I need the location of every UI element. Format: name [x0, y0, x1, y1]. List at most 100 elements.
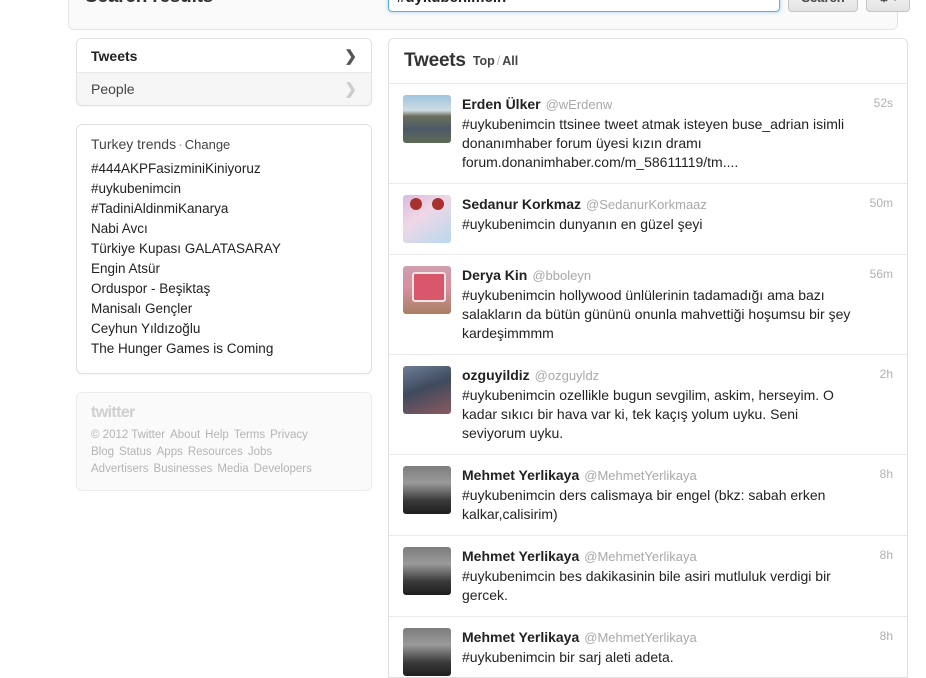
- tweet-author-name[interactable]: Sedanur Korkmaz: [462, 196, 581, 212]
- tweet-item[interactable]: Mehmet Yerlikaya @MehmetYerlikaya #uykuben…: [389, 617, 907, 677]
- footer-row-3: Advertisers Businesses Media Developers: [91, 461, 357, 478]
- tweets-stream-panel: Tweets Top / All Erden Ülker @wErdenw #uykub…: [388, 38, 908, 678]
- stream-title: Tweets: [404, 50, 466, 71]
- chevron-right-icon: ❯: [344, 81, 357, 98]
- trend-item[interactable]: Ceyhun Yıldızoğlu: [91, 319, 357, 339]
- stream-tabs: Top / All: [473, 54, 518, 68]
- avatar[interactable]: [403, 547, 451, 595]
- tweet-meta: Sedanur Korkmaz @SedanurKorkmaaz: [462, 195, 861, 214]
- footer-link[interactable]: Developers: [254, 463, 312, 475]
- footer-link[interactable]: Media: [217, 463, 248, 475]
- tweet-author-name[interactable]: Erden Ülker: [462, 96, 541, 112]
- tweet-meta: Mehmet Yerlikaya @MehmetYerlikaya: [462, 547, 861, 566]
- trends-change-link[interactable]: Change: [185, 137, 231, 152]
- tweet-text: #uykubenimcin hollywood ünlülerinin tada…: [462, 287, 851, 341]
- tab-top[interactable]: Top: [473, 54, 495, 68]
- tweet-author-name[interactable]: Mehmet Yerlikaya: [462, 629, 579, 645]
- gear-icon: ⚙: [878, 0, 891, 4]
- tweet-item[interactable]: ozguyildiz @ozguyldz #uykubenimcin ozellik…: [389, 355, 907, 455]
- tweet-author-name[interactable]: ozguyildiz: [462, 367, 530, 383]
- avatar[interactable]: [403, 95, 451, 143]
- tweet-text: #uykubenimcin bes dakikasinin bile asiri…: [462, 568, 831, 603]
- footer-link[interactable]: Terms: [234, 429, 265, 441]
- tweet-timestamp[interactable]: 8h: [880, 467, 893, 481]
- avatar[interactable]: [403, 466, 451, 514]
- footer-link[interactable]: Blog: [91, 446, 114, 458]
- tweet-timestamp[interactable]: 2h: [880, 367, 893, 381]
- tweet-item[interactable]: Erden Ülker @wErdenw #uykubenimcin ttsinee…: [389, 84, 907, 184]
- tweet-meta: Erden Ülker @wErdenw: [462, 95, 861, 114]
- tweet-meta: ozguyildiz @ozguyldz: [462, 366, 861, 385]
- avatar[interactable]: [403, 366, 451, 414]
- tweet-text: #uykubenimcin bir sarj aleti adeta.: [462, 649, 674, 665]
- trend-item[interactable]: Engin Atsür: [91, 259, 357, 279]
- tweet-body: Mehmet Yerlikaya @MehmetYerlikaya #uykuben…: [462, 628, 893, 676]
- tweet-author-name[interactable]: Mehmet Yerlikaya: [462, 548, 579, 564]
- footer-link[interactable]: Apps: [157, 446, 183, 458]
- tweet-author-name[interactable]: Mehmet Yerlikaya: [462, 467, 579, 483]
- footer-link[interactable]: Resources: [188, 446, 243, 458]
- tweet-text: #uykubenimcin dunyanın en güzel şeyi: [462, 216, 703, 232]
- twitter-logo: twitter: [91, 404, 135, 421]
- tweet-author-handle[interactable]: @MehmetYerlikaya: [584, 630, 696, 645]
- footer-row-2: Blog Status Apps Resources Jobs: [91, 444, 357, 461]
- tab-all[interactable]: All: [502, 54, 518, 68]
- avatar[interactable]: [403, 195, 451, 243]
- tweet-author-handle[interactable]: @MehmetYerlikaya: [584, 468, 696, 483]
- trends-list: #444AKPFasizminiKiniyoruz #uykubenimcin #T…: [91, 159, 357, 359]
- footer-link[interactable]: Help: [205, 429, 229, 441]
- trend-item[interactable]: Manisalı Gençler: [91, 299, 357, 319]
- copyright-text: © 2012 Twitter: [91, 429, 166, 441]
- trends-header: Turkey trends · Change: [91, 136, 357, 152]
- tweet-timestamp[interactable]: 50m: [870, 196, 893, 210]
- tweet-author-handle[interactable]: @wErdenw: [546, 97, 613, 112]
- tweet-body: Sedanur Korkmaz @SedanurKorkmaaz #uykubeni…: [462, 195, 893, 243]
- sidebar-item-tweets[interactable]: Tweets ❯: [77, 39, 371, 72]
- trend-item[interactable]: #444AKPFasizminiKiniyoruz: [91, 159, 357, 179]
- trend-item[interactable]: #TadiniAldinmiKanarya: [91, 199, 357, 219]
- footer-link[interactable]: Jobs: [248, 446, 272, 458]
- tweet-timestamp[interactable]: 8h: [880, 548, 893, 562]
- tab-separator: /: [496, 54, 501, 68]
- tweet-text: #uykubenimcin ders calismaya bir engel (…: [462, 487, 826, 522]
- tweet-timestamp[interactable]: 56m: [870, 267, 893, 281]
- footer-link[interactable]: Status: [119, 446, 152, 458]
- page-header: Search results Search ⚙: [0, 0, 926, 34]
- trend-item[interactable]: The Hunger Games is Coming: [91, 339, 357, 359]
- footer-link[interactable]: Businesses: [154, 463, 213, 475]
- tweet-timestamp[interactable]: 52s: [874, 96, 893, 110]
- sidebar: Tweets ❯ People ❯ Turkey trends · Change #…: [76, 38, 372, 491]
- tweet-item[interactable]: Mehmet Yerlikaya @MehmetYerlikaya #uykuben…: [389, 455, 907, 536]
- tweet-meta: Mehmet Yerlikaya @MehmetYerlikaya: [462, 466, 861, 485]
- footer-link[interactable]: Advertisers: [91, 463, 149, 475]
- tweet-item[interactable]: Derya Kin @bboleyn #uykubenimcin hollywood…: [389, 255, 907, 355]
- chevron-right-icon: ❯: [344, 47, 357, 65]
- tweet-list: Erden Ülker @wErdenw #uykubenimcin ttsinee…: [389, 84, 907, 677]
- tweet-author-handle[interactable]: @bboleyn: [532, 268, 591, 283]
- search-button[interactable]: Search: [788, 0, 858, 12]
- tweet-item[interactable]: Sedanur Korkmaz @SedanurKorkmaaz #uykubeni…: [389, 184, 907, 255]
- trend-item[interactable]: Nabi Avcı: [91, 219, 357, 239]
- trend-item[interactable]: Orduspor - Beşiktaş: [91, 279, 357, 299]
- tweet-author-name[interactable]: Derya Kin: [462, 267, 527, 283]
- tweet-author-handle[interactable]: @SedanurKorkmaaz: [586, 197, 707, 212]
- settings-dropdown-button[interactable]: ⚙: [866, 0, 910, 12]
- tweet-text: #uykubenimcin ozellikle bugun sevgilim, …: [462, 387, 834, 441]
- tweet-meta: Derya Kin @bboleyn: [462, 266, 861, 285]
- sidebar-item-people[interactable]: People ❯: [77, 72, 371, 105]
- footer-link[interactable]: Privacy: [270, 429, 308, 441]
- footer-row-1: © 2012 Twitter About Help Terms Privacy: [91, 427, 357, 444]
- avatar[interactable]: [403, 628, 451, 676]
- tweet-item[interactable]: Mehmet Yerlikaya @MehmetYerlikaya #uykuben…: [389, 536, 907, 617]
- tweet-timestamp[interactable]: 8h: [880, 629, 893, 643]
- tweet-body: Erden Ülker @wErdenw #uykubenimcin ttsinee…: [462, 95, 893, 172]
- footer-link[interactable]: About: [170, 429, 200, 441]
- trend-item[interactable]: #uykubenimcin: [91, 179, 357, 199]
- search-input[interactable]: [388, 0, 780, 12]
- search-filter-panel: Tweets ❯ People ❯: [76, 38, 372, 106]
- avatar[interactable]: [403, 266, 451, 314]
- tweet-text: #uykubenimcin ttsinee tweet atmak isteye…: [462, 116, 845, 170]
- tweet-author-handle[interactable]: @MehmetYerlikaya: [584, 549, 696, 564]
- trend-item[interactable]: Türkiye Kupası GALATASARAY: [91, 239, 357, 259]
- tweet-author-handle[interactable]: @ozguyldz: [535, 368, 600, 383]
